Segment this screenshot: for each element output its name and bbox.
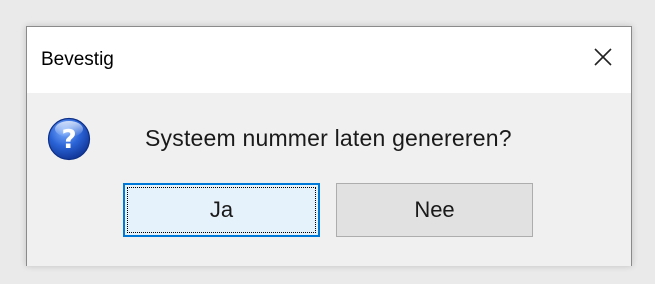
no-button-label: Nee <box>414 197 455 222</box>
dialog-content: ? Systeem nummer laten genereren? Ja Nee <box>27 93 631 266</box>
question-icon: ? <box>47 117 91 161</box>
confirm-dialog: Bevestig ? Systeem nummer laten generere… <box>26 26 632 266</box>
focus-ring <box>127 187 316 233</box>
dialog-titlebar[interactable]: Bevestig <box>27 27 631 93</box>
close-button[interactable] <box>589 43 617 71</box>
close-icon <box>594 48 612 66</box>
no-button[interactable]: Nee <box>336 183 533 237</box>
dialog-message: Systeem nummer laten genereren? <box>145 125 512 151</box>
dialog-title: Bevestig <box>41 49 114 70</box>
yes-button[interactable]: Ja <box>123 183 320 237</box>
svg-text:?: ? <box>61 125 76 155</box>
